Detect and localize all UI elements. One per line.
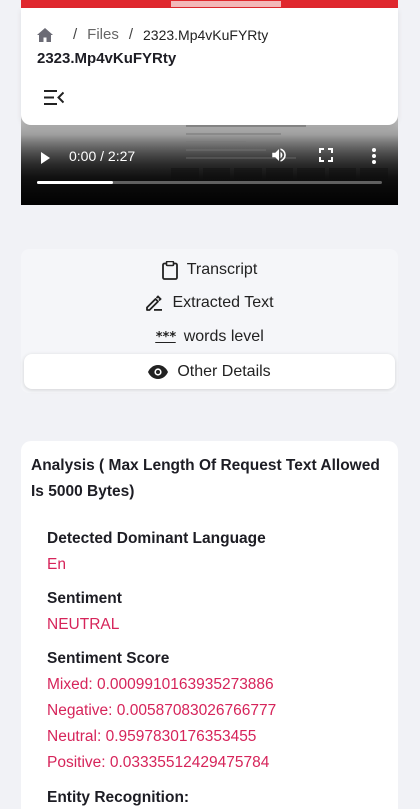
breadcrumb-separator: /	[73, 26, 78, 43]
tab-other-details[interactable]: Other Details	[24, 354, 395, 389]
video-time: 0:00 / 2:27	[69, 148, 135, 164]
analysis-card: Analysis ( Max Length Of Request Text Al…	[21, 441, 398, 809]
asterisks-icon: ***	[155, 329, 177, 345]
breadcrumb-files-link[interactable]: Files	[87, 26, 119, 43]
score-neutral: Neutral: 0.9597830176353455	[47, 728, 257, 745]
analysis-heading: Analysis ( Max Length Of Request Text Al…	[31, 457, 380, 500]
video-progress-fill	[37, 181, 113, 184]
eye-icon	[148, 364, 169, 379]
entity-recognition-label: Entity Recognition:	[47, 789, 190, 806]
play-icon[interactable]	[41, 152, 50, 164]
breadcrumb-separator: /	[128, 26, 134, 43]
details-tabs: Transcript Extracted Text *** words leve…	[21, 249, 398, 393]
score-mixed: Mixed: 0.0009910163935273886	[47, 676, 274, 693]
duration: 2:27	[107, 148, 136, 164]
sentiment-value: NEUTRAL	[47, 616, 120, 633]
home-icon[interactable]	[37, 27, 53, 42]
more-options-icon[interactable]	[371, 148, 377, 164]
detected-language-label: Detected Dominant Language	[47, 530, 266, 547]
video-controls-bar	[21, 135, 398, 205]
current-time: 0:00	[69, 148, 97, 164]
video-progress-bar[interactable]	[37, 181, 382, 184]
tab-extracted-text-label: Extracted Text	[172, 294, 274, 311]
detected-language-value: En	[47, 556, 66, 573]
tab-transcript-label: Transcript	[186, 261, 258, 278]
file-header-card: / Files / 2323.Mp4vKuFYRty 2323.Mp4vKuFY…	[21, 8, 398, 125]
page-title: 2323.Mp4vKuFYRty	[37, 50, 177, 67]
menu-collapse-icon[interactable]	[44, 90, 64, 105]
sentiment-label: Sentiment	[47, 590, 122, 607]
time-separator: /	[96, 148, 108, 164]
tab-words-level[interactable]: *** words level	[21, 322, 398, 352]
score-positive: Positive: 0.03335512429475784	[47, 754, 270, 771]
fullscreen-icon[interactable]	[319, 148, 333, 162]
breadcrumb-current: 2323.Mp4vKuFYRty	[143, 26, 269, 43]
pencil-icon	[146, 295, 163, 311]
tab-transcript[interactable]: Transcript	[21, 255, 398, 285]
tab-words-level-label: words level	[183, 328, 264, 345]
tab-other-details-label: Other Details	[177, 362, 271, 380]
tab-extracted-text[interactable]: Extracted Text	[21, 288, 398, 318]
clipboard-icon	[161, 260, 178, 280]
sentiment-score-label: Sentiment Score	[47, 650, 170, 667]
volume-icon[interactable]	[269, 146, 289, 164]
breadcrumb: / Files / 2323.Mp4vKuFYRty	[37, 26, 268, 43]
score-negative: Negative: 0.00587083026766777	[47, 702, 277, 719]
